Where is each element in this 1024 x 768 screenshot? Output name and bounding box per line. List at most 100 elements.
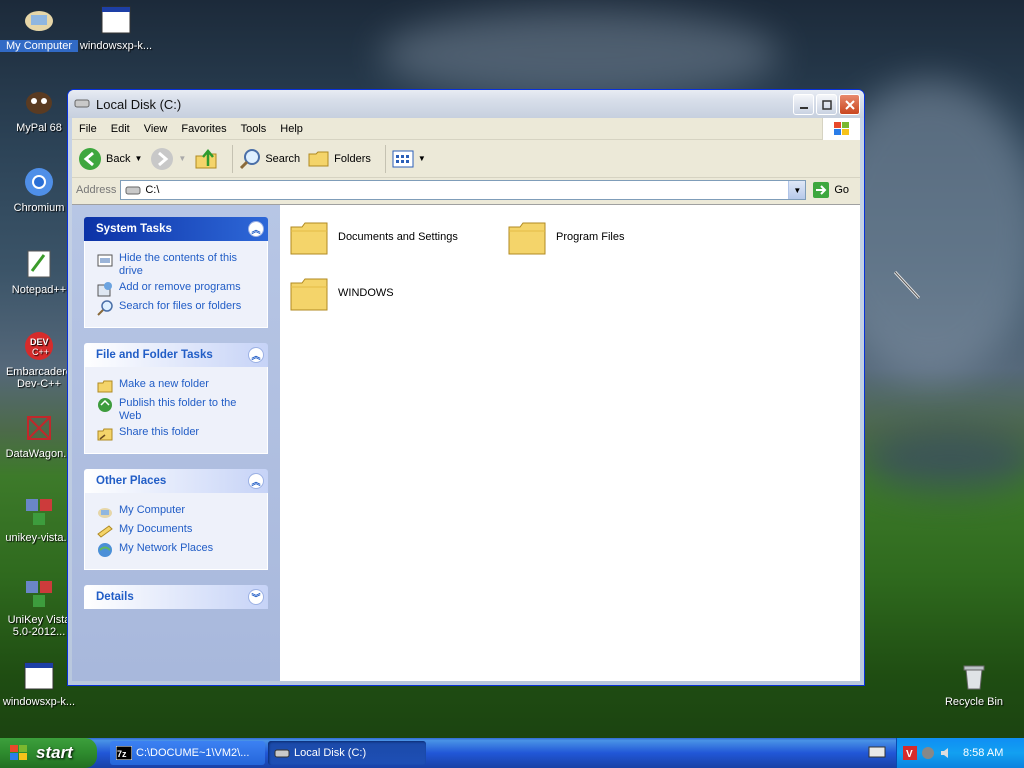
folder-item[interactable]: WINDOWS	[290, 275, 394, 311]
title-bar[interactable]: Local Disk (C:)	[68, 90, 864, 118]
back-dropdown-icon[interactable]: ▼	[134, 154, 142, 163]
collapse-icon[interactable]: ︽	[248, 221, 264, 237]
windows-logo-icon	[822, 118, 860, 140]
back-button[interactable]: Back ▼	[78, 147, 142, 171]
folders-button[interactable]: Folders	[308, 149, 371, 169]
forward-dropdown-icon[interactable]: ▼	[178, 154, 186, 163]
menu-favorites[interactable]: Favorites	[174, 123, 233, 135]
file-folder-tasks-header[interactable]: File and Folder Tasks ︽	[84, 343, 268, 367]
close-icon	[844, 99, 855, 110]
menu-view[interactable]: View	[137, 123, 175, 135]
desktop-icon-recycle-bin[interactable]: Recycle Bin	[935, 660, 1013, 708]
folder-icon	[508, 222, 546, 255]
address-bar: Address C:\ ▼ Go	[72, 178, 860, 202]
datawagon-icon	[23, 412, 55, 444]
collapse-icon[interactable]: ︽	[248, 347, 264, 363]
taskbar-task-local-disk[interactable]: Local Disk (C:)	[268, 741, 426, 765]
go-button[interactable]: Go	[812, 181, 849, 199]
menu-bar: File Edit View Favorites Tools Help	[72, 118, 860, 140]
chevron-down-icon: ▼	[793, 185, 802, 195]
system-tasks-panel: System Tasks ︽ Hide the contents of this…	[84, 217, 268, 328]
details-panel: Details ︾	[84, 585, 268, 609]
start-button[interactable]: start	[0, 738, 97, 768]
go-arrow-icon	[813, 182, 830, 198]
place-my-computer[interactable]: My Computer	[97, 504, 259, 520]
drive-icon	[125, 186, 141, 195]
mouse-cursor-icon	[893, 270, 921, 300]
maximize-icon	[821, 99, 832, 110]
forward-button[interactable]: ▼	[150, 147, 186, 171]
svg-text:V: V	[906, 749, 913, 760]
window-title: Local Disk (C:)	[96, 96, 182, 112]
window-icon	[100, 4, 132, 36]
desktop-icon-windowsxp-1[interactable]: windowsxp-k...	[77, 4, 155, 52]
devcpp-icon: DEV C++	[23, 330, 55, 362]
address-dropdown-button[interactable]: ▼	[788, 181, 806, 199]
search-icon	[97, 300, 113, 316]
unikey-icon	[23, 496, 55, 528]
system-tasks-header[interactable]: System Tasks ︽	[84, 217, 268, 241]
address-label: Address	[76, 184, 117, 196]
folder-item[interactable]: Program Files	[508, 219, 624, 255]
speaker-icon[interactable]	[939, 746, 953, 760]
other-places-panel: Other Places ︽ My Computer My Documents	[84, 469, 268, 570]
toolbar-separator	[384, 144, 386, 173]
task-share-folder[interactable]: Share this folder	[97, 426, 259, 442]
expand-icon[interactable]: ︾	[248, 589, 264, 605]
place-my-documents[interactable]: My Documents	[97, 523, 259, 539]
address-field[interactable]: C:\ ▼	[120, 180, 807, 200]
unikey-tray-icon[interactable]	[921, 746, 935, 760]
forward-arrow-icon	[151, 147, 174, 170]
details-header[interactable]: Details ︾	[84, 585, 268, 609]
task-publish-web[interactable]: Publish this folder to the Web	[97, 397, 259, 423]
antivirus-icon[interactable]: V	[903, 746, 917, 760]
place-my-network-places[interactable]: My Network Places	[97, 542, 259, 558]
taskbar: start 7z C:\DOCUME~1\VM2\... Local Disk …	[0, 738, 1024, 768]
menu-file[interactable]: File	[72, 123, 104, 135]
hide-contents-icon	[97, 252, 113, 268]
folder-icon	[290, 278, 328, 311]
task-add-remove-programs[interactable]: Add or remove programs	[97, 281, 259, 297]
task-make-new-folder[interactable]: Make a new folder	[97, 378, 259, 394]
folders-icon	[308, 151, 329, 166]
menu-help[interactable]: Help	[273, 123, 310, 135]
views-icon	[392, 150, 414, 167]
tasks-pane: System Tasks ︽ Hide the contents of this…	[72, 205, 280, 681]
menu-edit[interactable]: Edit	[104, 123, 137, 135]
address-value: C:\	[145, 184, 160, 196]
file-folder-tasks-panel: File and Folder Tasks ︽ Make a new folde…	[84, 343, 268, 454]
taskbar-task-7zip[interactable]: 7z C:\DOCUME~1\VM2\...	[110, 741, 265, 765]
up-folder-icon	[195, 148, 217, 168]
my-computer-icon	[23, 4, 55, 36]
my-computer-icon	[97, 504, 113, 520]
minimize-button[interactable]	[793, 94, 814, 115]
collapse-icon[interactable]: ︽	[248, 473, 264, 489]
menu-tools[interactable]: Tools	[234, 123, 274, 135]
new-folder-icon	[97, 378, 113, 394]
other-places-header[interactable]: Other Places ︽	[84, 469, 268, 493]
folder-item[interactable]: Documents and Settings	[290, 219, 458, 255]
my-documents-icon	[97, 523, 113, 539]
close-button[interactable]	[839, 94, 860, 115]
window-icon	[23, 660, 55, 692]
desktop-icon-my-computer[interactable]: My Computer	[0, 4, 78, 52]
task-search-files[interactable]: Search for files or folders	[97, 300, 259, 316]
up-folder-button[interactable]	[194, 147, 218, 171]
views-button[interactable]: ▼	[392, 149, 426, 169]
drive-icon	[274, 749, 290, 758]
share-folder-icon	[97, 426, 113, 442]
clock: 8:58 AM	[963, 747, 1004, 759]
toolbar-separator	[232, 144, 234, 173]
minimize-icon	[799, 106, 808, 109]
svg-text:7z: 7z	[117, 749, 127, 759]
drive-icon	[74, 97, 90, 112]
toolbar: Back ▼ ▼ Search Folders ▼	[72, 140, 860, 178]
search-button[interactable]: Search	[239, 148, 300, 170]
views-dropdown-icon: ▼	[417, 154, 426, 163]
add-remove-programs-icon	[97, 281, 113, 297]
task-hide-contents[interactable]: Hide the contents of this drive	[97, 252, 259, 278]
network-places-icon	[97, 542, 113, 558]
keyboard-icon[interactable]	[868, 744, 886, 763]
maximize-button[interactable]	[816, 94, 837, 115]
mypal-icon	[23, 86, 55, 118]
